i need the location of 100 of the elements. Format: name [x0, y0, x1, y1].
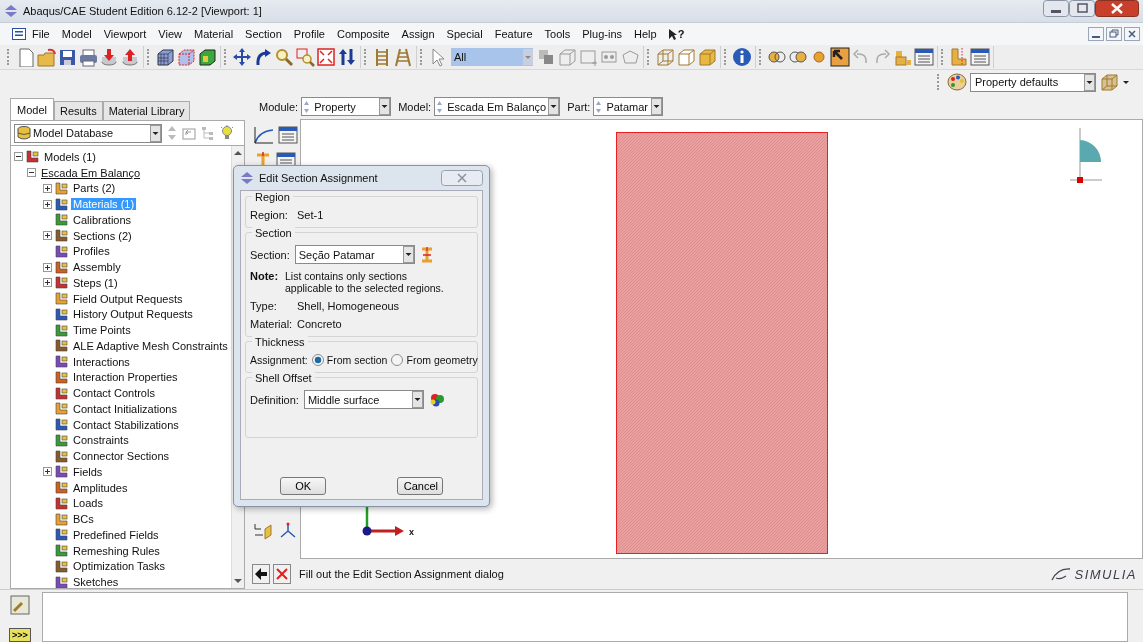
tree-item[interactable]: Amplitudes: [71, 481, 130, 494]
menu-item[interactable]: Model: [55, 28, 98, 40]
tree-item[interactable]: BCs: [71, 513, 96, 526]
cancel-icon[interactable]: [273, 564, 291, 584]
render-style-dropdown[interactable]: Property defaults: [970, 72, 1096, 92]
dialog-button[interactable]: OK: [280, 477, 327, 495]
tab[interactable]: Model: [10, 98, 54, 120]
tree-item[interactable]: Constraints: [71, 434, 131, 447]
tree-item[interactable]: Sketches: [71, 576, 121, 588]
menu-item[interactable]: Material: [187, 28, 240, 40]
tree-item[interactable]: Calibrations: [71, 213, 134, 226]
tree-item[interactable]: Escada Em Balanço: [39, 166, 143, 179]
menu-item[interactable]: Tools: [538, 28, 577, 40]
rotate-icon[interactable]: [253, 47, 273, 67]
restore-icon[interactable]: [1106, 27, 1122, 41]
maximize-icon[interactable]: [1069, 0, 1095, 17]
selection-filter-dropdown[interactable]: All: [451, 48, 533, 66]
radio-button[interactable]: From section: [311, 354, 388, 366]
expand-icon[interactable]: [43, 183, 52, 193]
dropdown[interactable]: Middle surface: [303, 390, 424, 409]
tree-item[interactable]: Contact Controls: [71, 387, 157, 400]
dialog-button[interactable]: Cancel: [396, 477, 443, 495]
tree-item[interactable]: Remeshing Rules: [71, 544, 162, 557]
solid-cube-icon[interactable]: [197, 47, 217, 67]
dashed-cube-icon[interactable]: [176, 47, 196, 67]
download-icon[interactable]: [99, 47, 119, 67]
expand-icon[interactable]: [43, 199, 52, 209]
tree-item[interactable]: Interactions: [71, 355, 132, 368]
minimize-icon[interactable]: [1088, 27, 1104, 41]
tree-item[interactable]: Fields: [71, 465, 105, 478]
tree-item[interactable]: Time Points: [71, 324, 133, 337]
shaded-cube-icon[interactable]: [697, 47, 717, 67]
close-icon[interactable]: [1124, 27, 1140, 41]
menu-item[interactable]: Profile: [287, 28, 331, 40]
expand-icon[interactable]: [43, 231, 52, 241]
expand-icon[interactable]: [43, 262, 52, 272]
upload-icon[interactable]: [120, 47, 140, 67]
radio-button[interactable]: From geometry: [391, 354, 478, 366]
tab[interactable]: Results: [53, 101, 103, 120]
triad-icon[interactable]: [278, 521, 298, 541]
dropdown[interactable]: Seção Patamar: [294, 245, 415, 264]
up-down-arrows-icon[interactable]: [337, 47, 357, 67]
tree-item[interactable]: Profiles: [71, 245, 112, 258]
collapse-icon[interactable]: [14, 152, 23, 162]
tree-item[interactable]: Steps (1): [71, 276, 120, 289]
tree-item[interactable]: Contact Initializations: [71, 402, 179, 415]
close-icon[interactable]: [1095, 0, 1139, 17]
info-icon[interactable]: [732, 47, 752, 67]
table-window-icon[interactable]: [914, 47, 934, 67]
tree-item[interactable]: Assembly: [71, 261, 123, 274]
menu-item[interactable]: Plug-ins: [576, 28, 629, 40]
window-menu-icon[interactable]: [12, 28, 26, 40]
cursor-box-icon[interactable]: [830, 47, 850, 67]
folder-icon[interactable]: [36, 47, 56, 67]
table-window-icon[interactable]: [278, 125, 298, 145]
whats-this-button[interactable]: ?: [662, 28, 691, 40]
overlap-icon[interactable]: [536, 47, 556, 67]
magnifier-icon[interactable]: [274, 47, 294, 67]
tree-item[interactable]: Contact Stabilizations: [71, 418, 181, 431]
model-database-dropdown[interactable]: Model Database: [14, 123, 162, 143]
context-dropdown[interactable]: Patamar: [593, 97, 664, 116]
message-area-icon[interactable]: [10, 595, 30, 615]
menu-item[interactable]: Composite: [331, 28, 396, 40]
expand-icon[interactable]: [43, 467, 52, 477]
menu-item[interactable]: Feature: [488, 28, 539, 40]
command-line-button[interactable]: >>>: [9, 628, 31, 642]
wire-cube-icon[interactable]: [655, 47, 675, 67]
collapse-icon[interactable]: [27, 168, 36, 178]
menu-item[interactable]: Section: [239, 28, 288, 40]
tree-item[interactable]: Connector Sections: [71, 450, 171, 463]
tree-item[interactable]: Sections (2): [71, 229, 134, 242]
context-dropdown[interactable]: Property: [301, 97, 392, 116]
palette-icon[interactable]: [947, 73, 967, 91]
minimize-icon[interactable]: [1043, 0, 1069, 17]
stress-strain-icon[interactable]: [253, 125, 275, 145]
tree-item[interactable]: Models (1): [42, 150, 98, 163]
section-icon[interactable]: [419, 246, 434, 263]
tree-item[interactable]: ALE Adaptive Mesh Constraints: [71, 339, 230, 352]
tree-item[interactable]: Interaction Properties: [71, 371, 180, 384]
save-icon[interactable]: [57, 47, 77, 67]
tree-item[interactable]: Optimization Tasks: [71, 560, 168, 573]
tree-item[interactable]: Predefined Fields: [71, 528, 161, 541]
tree-item[interactable]: Field Output Requests: [71, 292, 185, 305]
tree-item[interactable]: Loads: [71, 497, 105, 510]
folder-up-icon[interactable]: [182, 126, 196, 140]
zoom-box-icon[interactable]: [295, 47, 315, 67]
mesh-cube-icon[interactable]: [155, 47, 175, 67]
tab[interactable]: Material Library: [102, 101, 191, 120]
expand-icon[interactable]: [43, 278, 52, 288]
menu-item[interactable]: View: [152, 28, 188, 40]
color-blob-icon[interactable]: [428, 392, 445, 407]
fit-view-icon[interactable]: [316, 47, 336, 67]
printer-icon[interactable]: [78, 47, 98, 67]
menu-item[interactable]: Special: [440, 28, 489, 40]
tapered-ladder-icon[interactable]: [393, 47, 413, 67]
context-dropdown[interactable]: Escada Em Balanço: [434, 97, 561, 116]
table-window-icon[interactable]: [970, 47, 990, 67]
pan-icon[interactable]: [232, 47, 252, 67]
tree-item[interactable]: Parts (2): [71, 182, 118, 195]
menu-item[interactable]: File: [26, 28, 56, 40]
